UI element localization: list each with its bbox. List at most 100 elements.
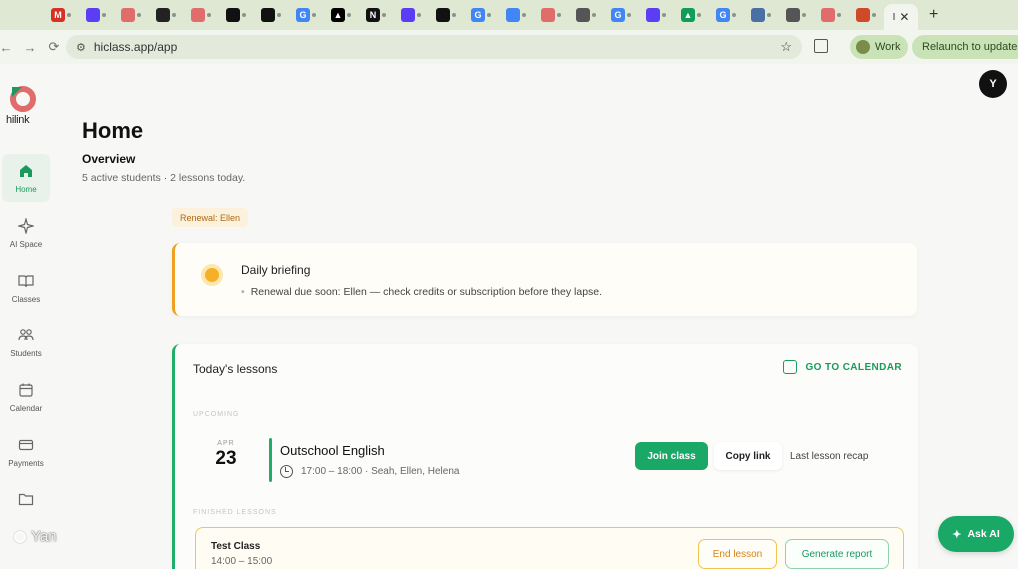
- lesson-meta: 17:00 – 18:00 · Seah, Ellen, Helena: [280, 465, 459, 478]
- tab-title-fragment: [67, 13, 71, 17]
- sparkle-icon: [16, 216, 36, 235]
- join-class-button[interactable]: Join class: [635, 442, 708, 470]
- docs-icon: [506, 8, 520, 22]
- browser-tab[interactable]: G: [464, 4, 498, 26]
- tab-title-fragment: [522, 13, 526, 17]
- go-to-calendar-link[interactable]: GO TO CALENDAR: [783, 360, 902, 374]
- bookmark-star-icon[interactable]: ☆: [780, 39, 792, 55]
- browser-tab[interactable]: [394, 4, 428, 26]
- browser-tab[interactable]: [499, 4, 533, 26]
- overview-heading: Overview: [82, 152, 136, 166]
- browser-tab[interactable]: [149, 4, 183, 26]
- sidebar-item-ai-space[interactable]: AI Space: [0, 209, 52, 257]
- reload-icon[interactable]: ⟳: [46, 39, 62, 55]
- new-tab-button[interactable]: +: [929, 6, 938, 24]
- go-to-calendar-label: GO TO CALENDAR: [805, 361, 902, 373]
- address-bar[interactable]: ⚙ hiclass.app/app ☆: [66, 35, 802, 59]
- tab-title-fragment: [172, 13, 176, 17]
- browser-tab[interactable]: [569, 4, 603, 26]
- globe-icon: [786, 8, 800, 22]
- sidebar-item-label: Payments: [8, 458, 44, 468]
- tab-title-fragment: [242, 13, 246, 17]
- logo-text: hilink: [6, 114, 30, 126]
- browser-tab[interactable]: [429, 4, 463, 26]
- browser-tab-strip: M G ▲ N G G ▲ G I ✕ +: [0, 0, 1018, 30]
- gmail-icon: M: [51, 8, 65, 22]
- browser-tab[interactable]: [849, 4, 883, 26]
- browser-tab[interactable]: [744, 4, 778, 26]
- browser-tab[interactable]: ▲: [324, 4, 358, 26]
- active-tab-label: I: [892, 11, 896, 23]
- lesson-accent-bar: [269, 438, 272, 482]
- sidebar-item-payments[interactable]: Payments: [0, 428, 52, 476]
- browser-tab[interactable]: G: [604, 4, 638, 26]
- copy-link-button[interactable]: Copy link: [714, 442, 782, 470]
- app-icon: [821, 8, 835, 22]
- briefing-title: Daily briefing: [241, 263, 311, 277]
- sidebar-item-classes[interactable]: Classes: [0, 264, 52, 312]
- browser-tab[interactable]: [639, 4, 673, 26]
- upcoming-section-label: UPCOMING: [193, 411, 240, 418]
- sidebar-item-students[interactable]: Students: [0, 318, 52, 366]
- extensions-icon[interactable]: [814, 39, 828, 53]
- notion-icon: N: [366, 8, 380, 22]
- overview-summary: 5 active students · 2 lessons today.: [82, 172, 246, 184]
- browser-tab[interactable]: G: [289, 4, 323, 26]
- ask-ai-button[interactable]: ✦ Ask AI: [938, 516, 1014, 552]
- profile-label: Work: [875, 41, 901, 53]
- tab-title-fragment: [802, 13, 806, 17]
- last-lesson-recap-button[interactable]: Last lesson recap: [790, 442, 868, 470]
- app-logo[interactable]: hilink: [6, 86, 46, 126]
- generate-report-button[interactable]: Generate report: [785, 539, 889, 569]
- browser-tab[interactable]: ▲: [674, 4, 708, 26]
- renewal-badge[interactable]: Renewal: Ellen: [172, 208, 249, 227]
- browser-tab[interactable]: [779, 4, 813, 26]
- site-icon: [751, 8, 765, 22]
- ask-ai-label: Ask AI: [967, 528, 1000, 540]
- active-tab[interactable]: I ✕: [884, 4, 918, 30]
- watermark-logo-icon: [14, 530, 26, 543]
- lesson-name[interactable]: Outschool English: [280, 443, 385, 458]
- browser-tab[interactable]: [114, 4, 148, 26]
- calendar-icon: [783, 360, 798, 374]
- browser-tab[interactable]: M: [44, 4, 78, 26]
- user-avatar[interactable]: Y: [979, 70, 1007, 98]
- close-icon[interactable]: ✕: [899, 10, 909, 24]
- students-icon: [18, 327, 34, 343]
- sidebar-item-folder[interactable]: [0, 478, 52, 526]
- tab-title-fragment: [592, 13, 596, 17]
- browser-tab[interactable]: G: [709, 4, 743, 26]
- github-icon: [261, 8, 275, 22]
- tab-title-fragment: [662, 13, 666, 17]
- relaunch-button[interactable]: Relaunch to update: [912, 35, 1018, 59]
- lessons-title: Today's lessons: [193, 362, 278, 376]
- sidebar-item-home[interactable]: Home: [2, 154, 50, 202]
- finished-lesson-name[interactable]: Test Class: [211, 541, 260, 552]
- site-settings-icon[interactable]: ⚙: [76, 41, 86, 54]
- profile-button[interactable]: Work: [850, 35, 909, 59]
- browser-tab[interactable]: [79, 4, 113, 26]
- app-icon: [401, 8, 415, 22]
- lesson-time: 17:00 – 18:00: [301, 466, 363, 477]
- sidebar-item-calendar[interactable]: Calendar: [0, 373, 52, 421]
- browser-tab[interactable]: [219, 4, 253, 26]
- browser-tab[interactable]: [814, 4, 848, 26]
- browser-tab[interactable]: [184, 4, 218, 26]
- github-icon: [436, 8, 450, 22]
- hiclass-icon: [191, 8, 205, 22]
- google-icon: G: [296, 8, 310, 22]
- tab-title-fragment: [872, 13, 876, 17]
- tab-list: M G ▲ N G G ▲ G: [44, 4, 884, 26]
- forward-arrow-icon[interactable]: →: [22, 40, 38, 55]
- back-arrow-icon[interactable]: ←: [0, 40, 14, 55]
- calendar-icon: [18, 382, 34, 398]
- browser-tab[interactable]: N: [359, 4, 393, 26]
- daily-briefing-card: Daily briefing • Renewal due soon: Ellen …: [172, 243, 917, 316]
- browser-tab[interactable]: [534, 4, 568, 26]
- browser-tab[interactable]: [254, 4, 288, 26]
- tab-title-fragment: [452, 13, 456, 17]
- profile-avatar: [856, 40, 870, 54]
- sidebar-item-label: AI Space: [9, 239, 43, 249]
- end-lesson-button[interactable]: End lesson: [698, 539, 777, 569]
- hiclass-icon: [121, 8, 135, 22]
